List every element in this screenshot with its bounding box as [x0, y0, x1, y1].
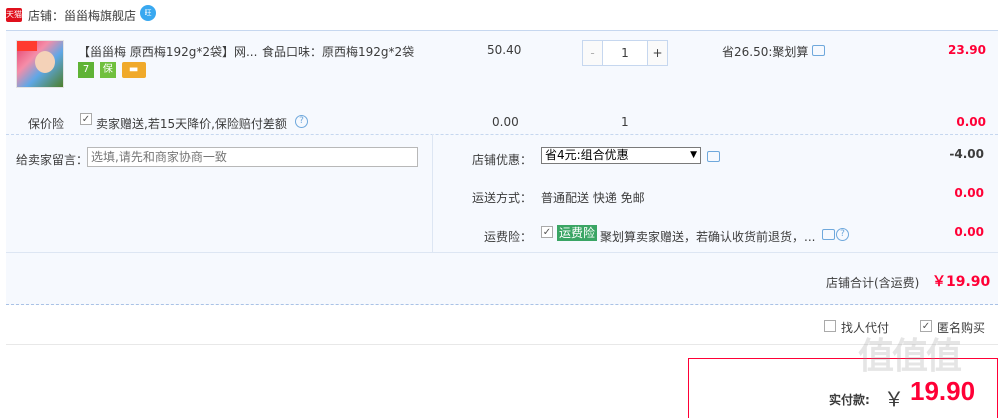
shop-header: 天猫 店铺：甾甾梅旗舰店 旺 [0, 0, 1006, 30]
shop-discount-amount: -4.00 [949, 147, 984, 161]
payment-currency: ￥ [884, 387, 904, 411]
chevron-down-icon: ▼ [690, 150, 697, 160]
quantity-minus-button[interactable]: - [583, 41, 603, 65]
freight-insurance-text: 聚划算卖家赠送，若确认收货前退货，... [600, 230, 816, 244]
promotion-chat-icon[interactable] [812, 45, 825, 56]
item-subtotal: 23.90 [948, 43, 986, 57]
unit-price: 50.40 [487, 43, 522, 57]
discount-chat-icon[interactable] [707, 151, 720, 162]
payment-amount: 19.90 [910, 376, 976, 406]
shop-discount-selected: 省4元:组合优惠 [545, 148, 629, 162]
seller-message-label: 给卖家留言： [16, 153, 89, 167]
shop-discount-label: 店铺优惠： [472, 153, 533, 167]
product-title-link[interactable]: 【甾甾梅 原西梅192g*2袋】网... [78, 43, 258, 60]
total-divider [6, 252, 998, 253]
price-insurance-checkbox[interactable]: ✓ [80, 113, 92, 125]
credit-card-icon[interactable]: ▬ [121, 62, 146, 78]
tmall-badge-icon: 天猫 [6, 8, 22, 22]
shipping-fee: 0.00 [954, 186, 984, 200]
promotion-text: 省26.50:聚划算 [722, 45, 809, 59]
wangwang-chat-icon[interactable]: 旺 [140, 5, 156, 21]
thumbnail-figure [35, 51, 55, 73]
shop-title-link[interactable]: 店铺：甾甾梅旗舰店 [28, 7, 136, 24]
price-insurance-label: 保价险 [28, 117, 65, 131]
product-sku: 食品口味：原西梅192g*2袋 [262, 45, 415, 59]
thumbnail-tag [17, 41, 37, 51]
watermark-logo: 值值值 [858, 336, 962, 377]
column-divider [432, 134, 433, 252]
freight-insurance-chat-icon[interactable] [822, 229, 835, 240]
freight-insurance-help-icon[interactable]: ? [836, 228, 849, 241]
price-insurance-text: 卖家赠送,若15天降价,保险赔付差额 [96, 117, 287, 131]
shop-total-label: 店铺合计(含运费) [826, 276, 920, 290]
quantity-input[interactable]: 1 [603, 41, 647, 65]
payment-label: 实付款: [829, 393, 870, 407]
service-icons: 7 保 ▬ [78, 62, 148, 78]
quantity-plus-button[interactable]: + [647, 41, 667, 65]
guarantee-icon[interactable]: 保 [99, 62, 116, 78]
price-insurance-help-icon[interactable]: ? [295, 115, 308, 128]
freight-insurance-total: 0.00 [954, 225, 984, 239]
7day-return-icon[interactable]: 7 [78, 62, 94, 78]
freight-insurance-label: 运费险： [484, 230, 533, 244]
quantity-stepper: - 1 + [582, 40, 668, 66]
shop-total-value: ￥19.90 [932, 274, 991, 290]
pay-for-me-checkbox[interactable] [824, 320, 836, 332]
shipping-method-value: 普通配送 快递 免邮 [541, 191, 645, 205]
price-insurance-price: 0.00 [492, 115, 519, 129]
shipping-method-label: 运送方式： [472, 191, 533, 205]
price-insurance-qty: 1 [621, 115, 629, 129]
freight-insurance-checkbox[interactable]: ✓ [541, 226, 553, 238]
shop-discount-select[interactable]: 省4元:组合优惠 ▼ [541, 147, 701, 164]
freight-insurance-badge: 运费险 [557, 225, 598, 241]
product-thumbnail[interactable] [16, 40, 64, 88]
seller-message-input[interactable] [87, 147, 418, 167]
row-divider [6, 134, 998, 135]
price-insurance-total: 0.00 [956, 115, 986, 129]
separator [6, 344, 998, 345]
